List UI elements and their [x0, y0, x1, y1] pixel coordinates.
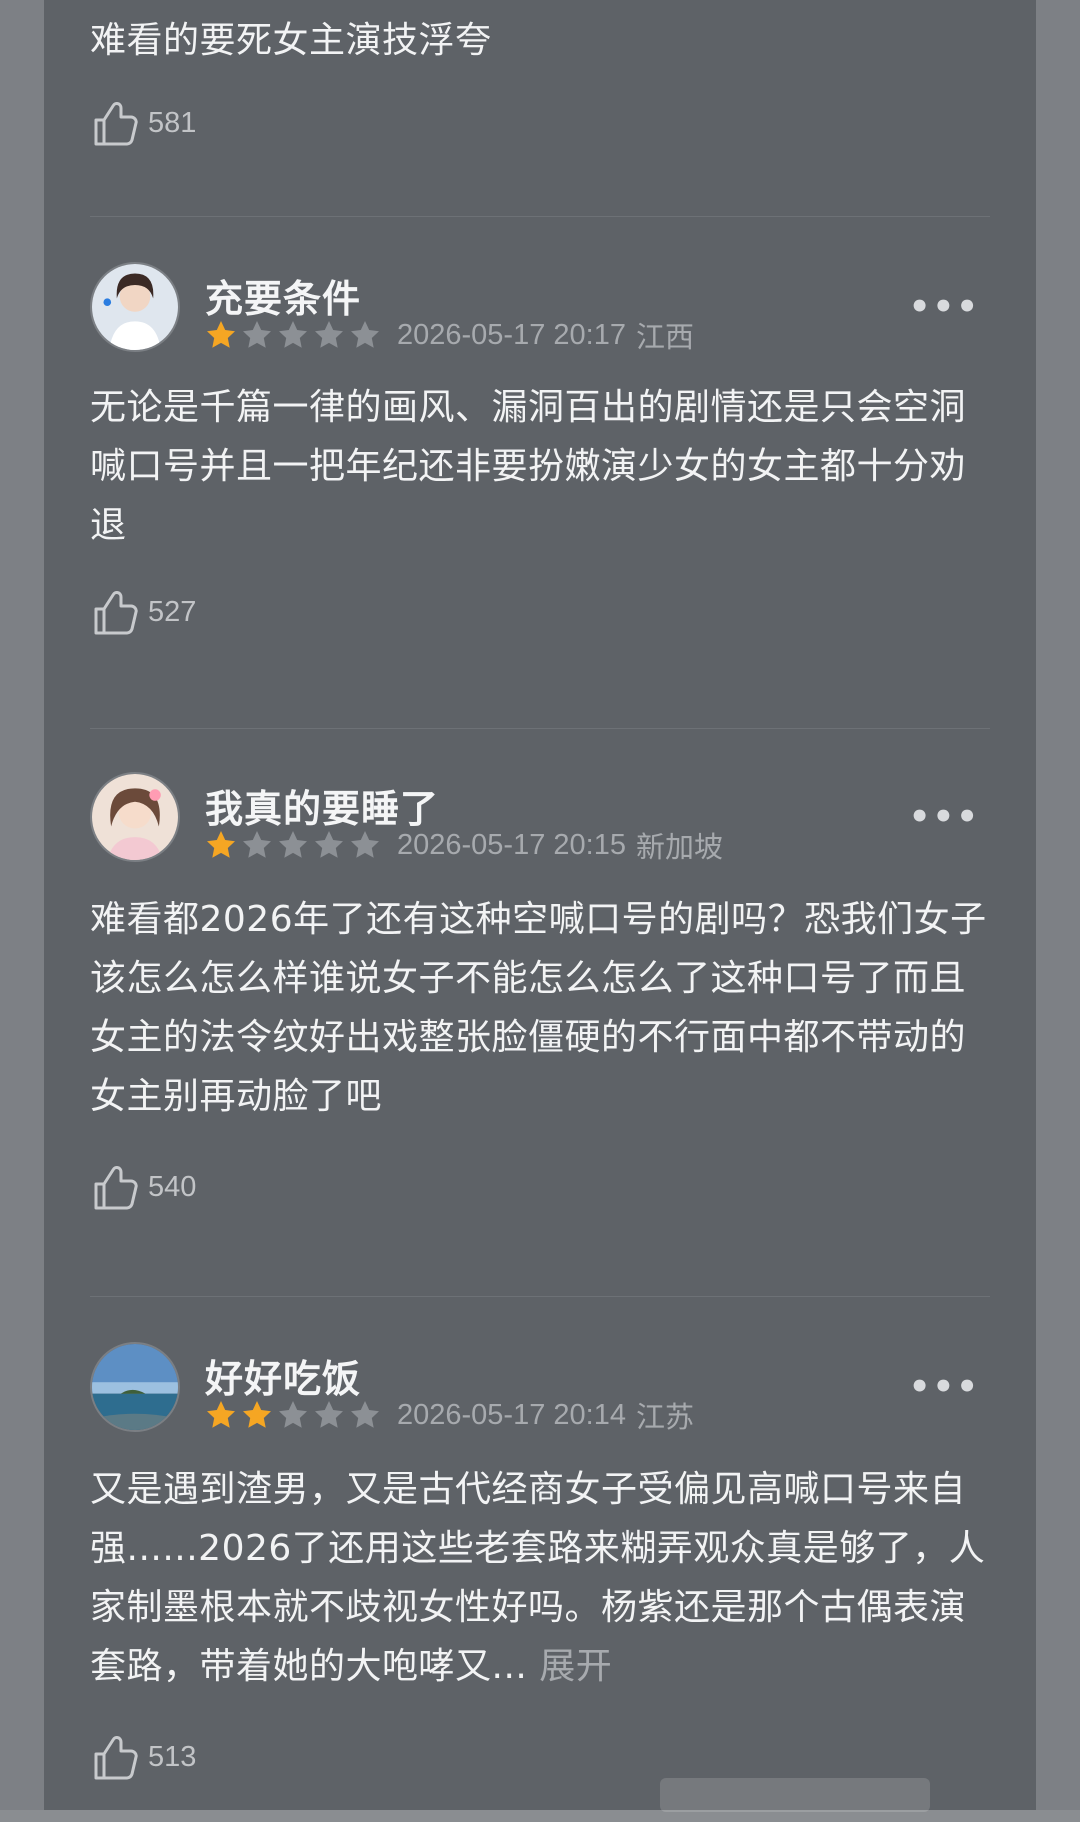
- username[interactable]: 充要条件: [205, 268, 361, 323]
- like-count: 581: [148, 106, 197, 139]
- review-location: 江西: [635, 322, 694, 354]
- user-avatar[interactable]: [90, 1342, 180, 1432]
- divider: [90, 216, 990, 217]
- star-filled-icon: [205, 829, 237, 861]
- thumbs-up-icon[interactable]: [90, 587, 138, 637]
- star-empty-icon: [277, 1399, 309, 1431]
- star-empty-icon: [241, 829, 273, 861]
- star-empty-icon: [241, 319, 273, 351]
- review-text: 又是遇到渣男，又是古代经商女子受偏见高喊口号来自强......2026了还用这些…: [90, 1460, 990, 1696]
- star-rating: [205, 829, 381, 861]
- thumbs-up-icon[interactable]: [90, 1732, 138, 1782]
- like-count: 527: [148, 595, 197, 628]
- more-options-icon[interactable]: •••: [909, 1370, 980, 1404]
- star-filled-icon: [205, 1399, 237, 1431]
- watermark: [660, 1778, 930, 1812]
- review-location: 新加坡: [635, 832, 723, 864]
- like-row[interactable]: 540: [90, 1160, 990, 1214]
- star-empty-icon: [349, 829, 381, 861]
- thumbs-up-icon[interactable]: [90, 98, 138, 148]
- more-options-icon[interactable]: •••: [909, 800, 980, 834]
- review-datetime: 2026-05-17 20:15: [397, 828, 626, 861]
- star-empty-icon: [349, 319, 381, 351]
- review-item: 好好吃饭 2026-05-17 20:14 江苏 ••• 又是遇到渣男，又是古代…: [90, 1342, 990, 1784]
- like-row[interactable]: 527: [90, 585, 990, 639]
- username[interactable]: 我真的要睡了: [205, 778, 439, 833]
- review-datetime: 2026-05-17 20:14: [397, 1398, 626, 1431]
- review-location: 江苏: [635, 1402, 694, 1434]
- review-text: 无论是千篇一律的画风、漏洞百出的剧情还是只会空洞喊口号并且一把年纪还非要扮嫩演少…: [90, 387, 967, 546]
- expand-link[interactable]: 展开: [539, 1646, 612, 1687]
- star-empty-icon: [313, 319, 345, 351]
- star-filled-icon: [241, 1399, 273, 1431]
- thumbs-up-icon[interactable]: [90, 1162, 138, 1212]
- more-options-icon[interactable]: •••: [909, 290, 980, 324]
- like-count: 513: [148, 1740, 197, 1773]
- like-row[interactable]: 513: [90, 1730, 990, 1784]
- divider: [90, 728, 990, 729]
- star-empty-icon: [277, 829, 309, 861]
- like-count: 540: [148, 1170, 197, 1203]
- star-filled-icon: [205, 319, 237, 351]
- user-avatar[interactable]: [90, 262, 180, 352]
- review-item: 充要条件 2026-05-17 20:17 江西 ••• 无论是千篇一律的画风、…: [90, 262, 990, 639]
- review-datetime: 2026-05-17 20:17: [397, 318, 626, 351]
- star-empty-icon: [313, 829, 345, 861]
- star-empty-icon: [277, 319, 309, 351]
- review-text: 难看的要死女主演技浮夸: [90, 20, 492, 61]
- review-item: 我真的要睡了 2026-05-17 20:15 新加坡 ••• 难看都2026年…: [90, 772, 990, 1214]
- star-empty-icon: [349, 1399, 381, 1431]
- divider: [90, 1296, 990, 1297]
- review-item: 难看的要死女主演技浮夸 581: [90, 12, 990, 150]
- review-text: 难看都2026年了还有这种空喊口号的剧吗？恐我们女子该怎么怎么样谁说女子不能怎么…: [90, 899, 987, 1117]
- like-row[interactable]: 581: [90, 96, 990, 150]
- star-empty-icon: [313, 1399, 345, 1431]
- star-rating: [205, 1399, 381, 1431]
- username[interactable]: 好好吃饭: [205, 1348, 361, 1403]
- star-rating: [205, 319, 381, 351]
- user-avatar[interactable]: [90, 772, 180, 862]
